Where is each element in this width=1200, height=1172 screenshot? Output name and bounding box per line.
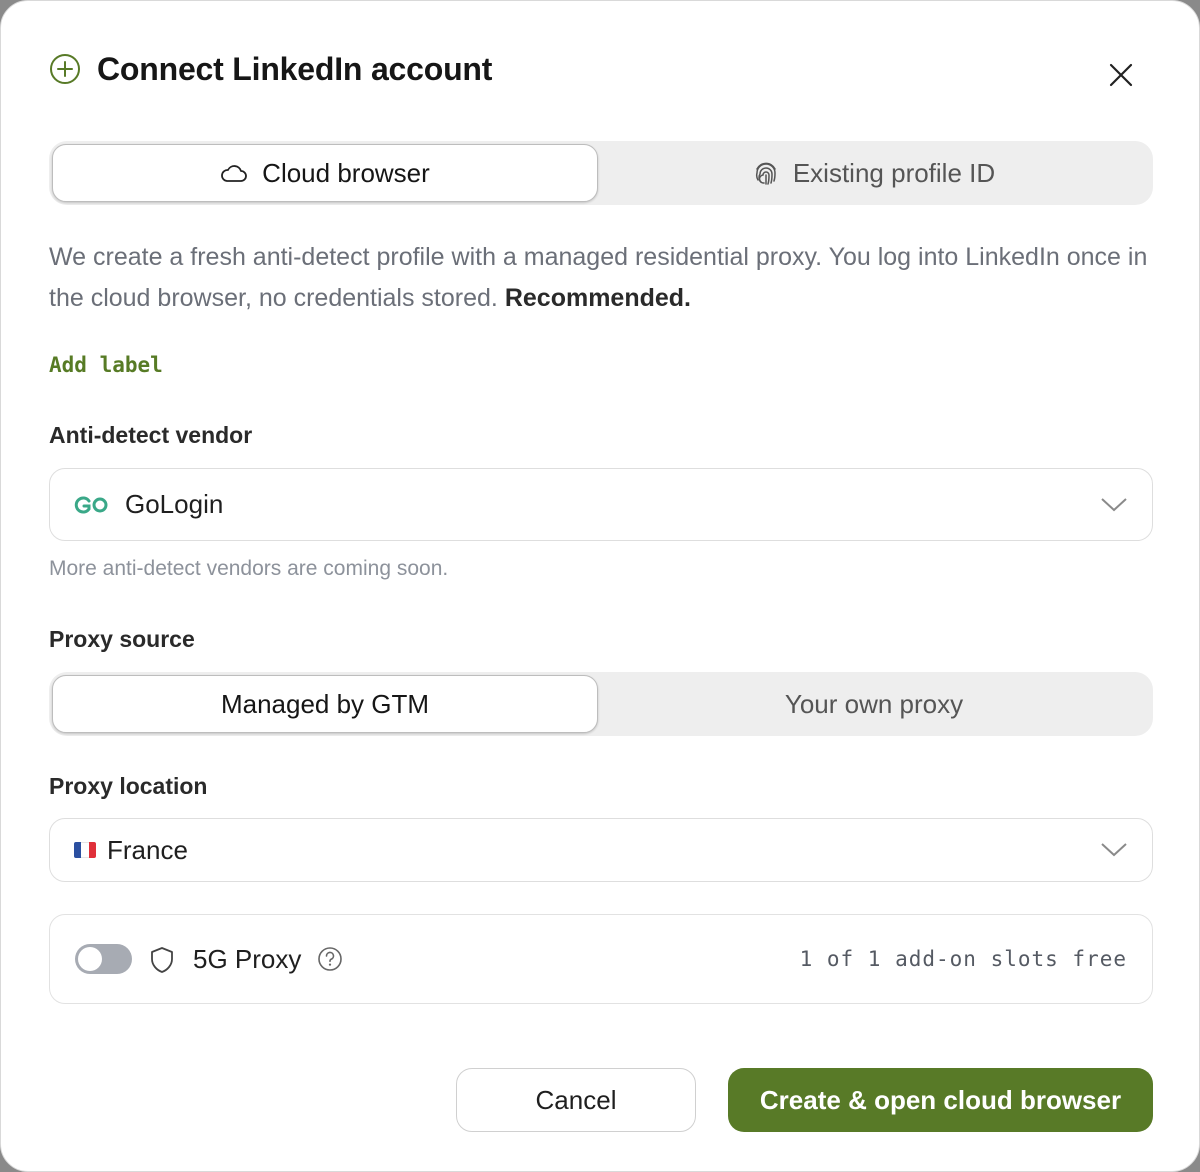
proxy-location-label: Proxy location <box>49 773 208 799</box>
help-icon[interactable] <box>317 946 343 972</box>
proxy-location-select[interactable]: France <box>49 818 1153 882</box>
proxy-source-label: Proxy source <box>49 626 195 652</box>
fingerprint-icon <box>755 162 776 185</box>
tab-existing-profile-id-label: Existing profile ID <box>792 157 996 188</box>
dialog-title: Connect LinkedIn account <box>97 50 493 87</box>
mode-description: We create a fresh anti-detect profile wi… <box>49 237 1149 319</box>
cloud-icon <box>221 165 247 182</box>
plus-circle-icon <box>50 54 80 84</box>
connect-account-dialog: Connect LinkedIn account Cloud browser E… <box>0 0 1200 1172</box>
shield-icon <box>151 947 173 973</box>
addon-name: 5G Proxy <box>193 944 302 974</box>
tab-own-proxy-label: Your own proxy <box>784 688 964 719</box>
vendor-field-label: Anti-detect vendor <box>49 422 253 448</box>
toggle-knob <box>78 947 102 971</box>
vendor-hint: More anti-detect vendors are coming soon… <box>49 557 449 580</box>
tab-cloud-browser[interactable]: Cloud browser <box>52 144 598 202</box>
vendor-select[interactable]: GoLogin <box>49 468 1153 541</box>
tab-managed-by-gtm-label: Managed by GTM <box>220 688 430 719</box>
france-flag-icon <box>74 842 96 858</box>
tab-cloud-browser-label: Cloud browser <box>262 157 430 188</box>
close-icon[interactable] <box>1105 59 1137 91</box>
5g-proxy-toggle[interactable] <box>75 944 132 974</box>
dialog-header: Connect LinkedIn account <box>49 49 492 89</box>
create-open-cloud-browser-button[interactable]: Create & open cloud browser <box>728 1068 1153 1132</box>
vendor-selected-value: GoLogin <box>125 489 224 519</box>
tab-existing-profile-id[interactable]: Existing profile ID <box>601 144 1147 202</box>
connection-mode-tabs: Cloud browser Existing profile ID <box>49 141 1153 205</box>
proxy-source-tabs: Managed by GTM Your own proxy <box>49 672 1153 736</box>
addon-5g-proxy-row: 5G Proxy 1 of 1 add-on slots free <box>49 914 1153 1004</box>
addon-slots-text: 1 of 1 add-on slots free <box>799 947 1127 971</box>
tab-managed-by-gtm[interactable]: Managed by GTM <box>52 675 598 733</box>
chevron-down-icon <box>1101 843 1127 857</box>
chevron-down-icon <box>1101 497 1127 511</box>
description-emphasis: Recommended. <box>504 284 691 312</box>
tab-own-proxy[interactable]: Your own proxy <box>601 675 1147 733</box>
cancel-button[interactable]: Cancel <box>456 1068 696 1132</box>
proxy-location-value: France <box>107 834 188 865</box>
add-label-link[interactable]: Add label <box>49 353 163 377</box>
gologin-logo <box>74 496 108 514</box>
